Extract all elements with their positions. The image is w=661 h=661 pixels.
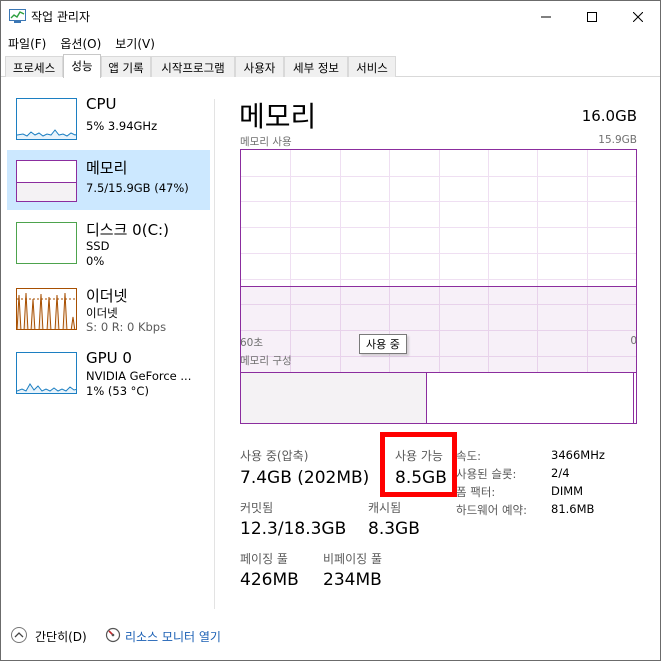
cpu-name: CPU xyxy=(86,95,117,113)
task-manager-window: 작업 관리자 파일(F) 옵션(O) 보기(V) 프로세스 성능 앱 기록 시작… xyxy=(0,0,661,661)
sidebar-item-gpu[interactable]: GPU 0 NVIDIA GeForce ... 1% (53 °C) xyxy=(7,342,210,402)
speed-label: 속도: xyxy=(456,449,482,463)
memory-name: 메모리 xyxy=(86,159,128,177)
hardware-reserved-label: 하드웨어 예약: xyxy=(456,503,528,517)
ethernet-thumbnail xyxy=(16,288,77,330)
usage-graph-label: 메모리 사용 xyxy=(240,136,292,148)
nonpaged-pool-label: 비페이징 풀 xyxy=(323,552,383,566)
disk-type: SSD xyxy=(86,239,110,253)
tab-startup[interactable]: 시작프로그램 xyxy=(151,56,235,77)
available-highlight-box xyxy=(380,432,457,497)
close-button[interactable] xyxy=(615,1,661,32)
tab-bar: 프로세스 성능 앱 기록 시작프로그램 사용자 세부 정보 서비스 xyxy=(1,54,660,78)
disk-name: 디스크 0(C:) xyxy=(86,221,169,239)
hardware-reserved-value: 81.6MB xyxy=(551,502,595,516)
tab-users[interactable]: 사용자 xyxy=(235,56,284,77)
resource-monitor-icon xyxy=(105,627,121,643)
disk-detail: 0% xyxy=(86,254,105,268)
gpu-type: NVIDIA GeForce ... xyxy=(86,369,192,383)
cached-value: 8.3GB xyxy=(368,519,420,539)
resource-sidebar: CPU 5% 3.94GHz 메모리 7.5/15.9GB (47%) 디스크 … xyxy=(1,78,214,608)
maximize-button[interactable] xyxy=(569,1,615,32)
disk-thumbnail xyxy=(16,222,77,264)
tab-services[interactable]: 서비스 xyxy=(348,56,396,77)
open-resource-monitor-link[interactable]: 리소스 모니터 열기 xyxy=(125,628,221,645)
committed-value: 12.3/18.3GB xyxy=(240,519,347,539)
form-factor-label: 폼 팩터: xyxy=(456,485,496,499)
tab-processes[interactable]: 프로세스 xyxy=(5,56,63,77)
graph-x-right: 0 xyxy=(630,335,637,347)
menu-view[interactable]: 보기(V) xyxy=(108,32,162,54)
menu-options[interactable]: 옵션(O) xyxy=(53,32,108,54)
ethernet-type: 이더넷 xyxy=(86,306,118,320)
sidebar-item-memory[interactable]: 메모리 7.5/15.9GB (47%) xyxy=(7,150,210,210)
tab-app-history[interactable]: 앱 기록 xyxy=(101,56,151,77)
memory-thumbnail-fill xyxy=(17,182,76,201)
sidebar-item-disk[interactable]: 디스크 0(C:) SSD 0% xyxy=(7,212,210,272)
menu-bar: 파일(F) 옵션(O) 보기(V) xyxy=(1,32,660,54)
graph-tooltip: 사용 중 xyxy=(359,334,407,354)
ethernet-detail: S: 0 R: 0 Kbps xyxy=(86,320,167,334)
composition-in-use xyxy=(241,373,427,423)
ethernet-name: 이더넷 xyxy=(86,287,128,305)
sidebar-item-cpu[interactable]: CPU 5% 3.94GHz xyxy=(7,88,210,148)
maximize-icon xyxy=(587,11,597,22)
menu-file[interactable]: 파일(F) xyxy=(1,32,53,54)
memory-composition-bar xyxy=(240,372,637,424)
chevron-up-glyph xyxy=(14,632,24,638)
slots-value: 2/4 xyxy=(551,466,570,480)
footer-bar: 간단히(D) 리소스 모니터 열기 xyxy=(1,621,660,651)
memory-total: 16.0GB xyxy=(581,107,637,125)
in-use-value: 7.4GB (202MB) xyxy=(240,468,370,488)
committed-label: 커밋됨 xyxy=(240,501,274,515)
gpu-name: GPU 0 xyxy=(86,349,132,367)
gpu-thumbnail-graph xyxy=(17,383,76,393)
graph-x-left: 60초 xyxy=(240,337,264,349)
composition-label: 메모리 구성 xyxy=(240,355,292,367)
chevron-up-icon[interactable] xyxy=(11,627,27,643)
fewer-details-link[interactable]: 간단히(D) xyxy=(35,628,87,645)
window-title: 작업 관리자 xyxy=(31,10,91,24)
sidebar-item-ethernet[interactable]: 이더넷 이더넷 S: 0 R: 0 Kbps xyxy=(7,278,210,338)
memory-detail-panel: 메모리 16.0GB 메모리 사용 15.9GB 사용 중 60초 0 메모리 … xyxy=(215,78,660,608)
task-manager-icon xyxy=(9,9,26,23)
speed-value: 3466MHz xyxy=(551,448,605,462)
slots-label: 사용된 슬롯: xyxy=(456,467,517,481)
gpu-detail: 1% (53 °C) xyxy=(86,384,149,398)
cpu-thumbnail-graph xyxy=(17,129,76,139)
memory-thumbnail xyxy=(16,160,77,202)
minimize-button[interactable] xyxy=(523,1,569,32)
usage-graph-max: 15.9GB xyxy=(598,134,637,146)
minimize-icon xyxy=(541,16,551,17)
tab-details[interactable]: 세부 정보 xyxy=(284,56,348,77)
cpu-detail: 5% 3.94GHz xyxy=(86,119,158,133)
close-icon xyxy=(633,11,643,22)
paged-pool-value: 426MB xyxy=(240,570,299,590)
gpu-thumbnail xyxy=(16,352,77,394)
in-use-label: 사용 중(압축) xyxy=(240,449,309,463)
composition-standby-divider xyxy=(633,373,634,423)
paged-pool-label: 페이징 풀 xyxy=(240,552,288,566)
form-factor-value: DIMM xyxy=(551,484,584,498)
nonpaged-pool-value: 234MB xyxy=(323,570,382,590)
ethernet-thumbnail-graph xyxy=(17,292,76,329)
page-title: 메모리 xyxy=(239,100,317,133)
cpu-thumbnail xyxy=(16,98,77,140)
memory-detail: 7.5/15.9GB (47%) xyxy=(86,181,189,195)
tab-performance[interactable]: 성능 xyxy=(63,54,101,78)
memory-usage-graph: 사용 중 xyxy=(240,149,637,408)
title-bar: 작업 관리자 xyxy=(1,1,660,32)
cached-label: 캐시됨 xyxy=(368,501,402,515)
memory-usage-graph-svg xyxy=(241,150,636,407)
